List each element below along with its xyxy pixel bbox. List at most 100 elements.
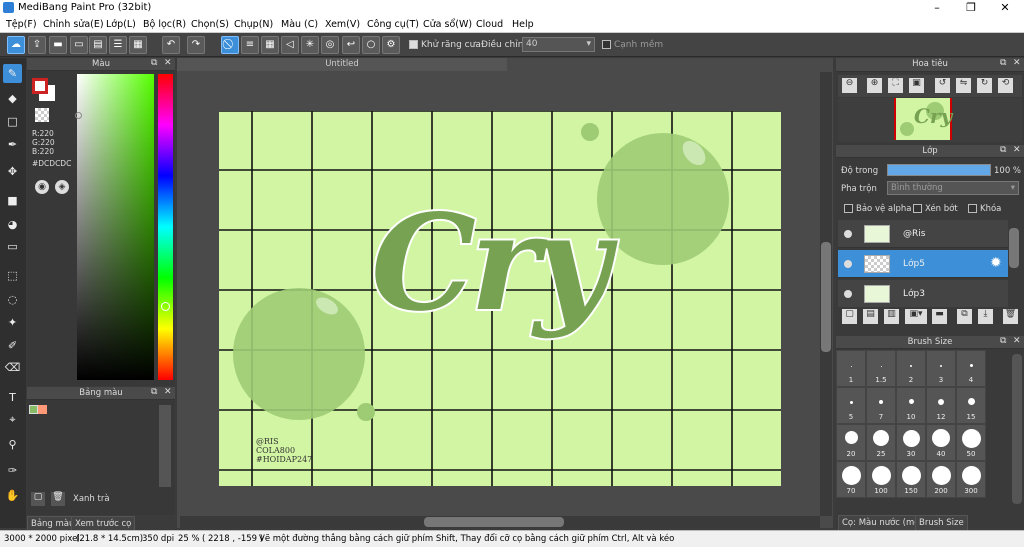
gradient-tool-icon[interactable]: ▭ — [3, 237, 22, 256]
share-icon[interactable]: ⇪ — [28, 36, 46, 54]
brush-size-cell[interactable]: 30 — [896, 424, 926, 461]
close-icon[interactable]: ✕ — [1013, 58, 1021, 68]
grid-icon[interactable]: ▦ — [129, 36, 147, 54]
select-tool-icon[interactable]: ⬚ — [3, 266, 22, 285]
new-layer-icon[interactable]: ▢ — [842, 309, 857, 324]
canvas-vertical-scrollbar[interactable] — [820, 72, 832, 516]
rotate-right-icon[interactable]: ↻ — [977, 78, 992, 93]
clip-checkbox[interactable]: Xén bớt — [913, 204, 958, 214]
menu-view[interactable]: Xem(V) — [325, 19, 360, 30]
maximize-button[interactable]: ❐ — [954, 0, 988, 16]
layer-row[interactable]: @Ris — [838, 220, 1008, 248]
transparent-color-icon[interactable] — [35, 108, 49, 122]
visibility-icon[interactable] — [844, 260, 852, 268]
brush-size-cell[interactable]: 15 — [956, 387, 986, 424]
brush-size-cell[interactable]: 25 — [866, 424, 896, 461]
document-icon[interactable]: ▤ — [89, 36, 107, 54]
brush-size-scrollbar[interactable] — [1012, 354, 1022, 504]
brush-size-cell[interactable]: 1 — [836, 350, 866, 387]
close-icon[interactable]: ✕ — [164, 58, 172, 68]
operation-tool-icon[interactable]: ⌖ — [3, 410, 22, 429]
new-swatch-icon[interactable]: ▢ — [31, 492, 45, 506]
visibility-icon[interactable] — [844, 290, 852, 298]
dropper-tool-icon[interactable]: ⚲ — [3, 435, 22, 454]
menu-color[interactable]: Màu (C) — [281, 19, 318, 30]
menu-tools[interactable]: Công cụ(T) — [367, 19, 419, 30]
curve-snap-icon[interactable]: ↩ — [342, 36, 360, 54]
brush-size-cell[interactable]: 100 — [866, 461, 896, 498]
new-halftone-layer-icon[interactable]: ▤ — [863, 309, 878, 324]
opacity-slider[interactable] — [887, 164, 991, 176]
bucket-tool-icon[interactable]: ◕ — [3, 215, 22, 234]
undock-icon[interactable]: ⧉ — [1000, 58, 1006, 68]
visibility-icon[interactable] — [844, 230, 852, 238]
canvas-horizontal-scrollbar[interactable] — [180, 516, 820, 528]
antialias-checkbox[interactable]: Khử răng cưa — [409, 40, 481, 50]
brush-size-cell[interactable]: 10 — [896, 387, 926, 424]
rotate-left-icon[interactable]: ↺ — [935, 78, 950, 93]
menu-capture[interactable]: Chụp(N) — [234, 19, 273, 30]
text-tool-icon[interactable]: T — [3, 388, 22, 407]
no-snap-icon[interactable]: ⃠ — [221, 36, 239, 54]
new-8bit-layer-icon[interactable]: ▥ — [884, 309, 899, 324]
select-eraser-icon[interactable]: ⌫ — [3, 358, 22, 377]
delete-layer-icon[interactable]: 🗑 — [1003, 309, 1018, 324]
close-icon[interactable]: ✕ — [1013, 145, 1021, 155]
undock-icon[interactable]: ⧉ — [1000, 336, 1006, 346]
reset-icon[interactable]: ⟲ — [998, 78, 1013, 93]
brush-size-cell[interactable]: 5 — [836, 387, 866, 424]
brush-size-cell[interactable]: 70 — [836, 461, 866, 498]
brush-size-cell[interactable]: 3 — [926, 350, 956, 387]
menu-edit[interactable]: Chỉnh sửa(E) — [43, 19, 104, 30]
navigator-preview[interactable]: Cry — [838, 98, 1022, 142]
redo-button[interactable]: ↷ — [187, 36, 205, 54]
eraser-tool-icon[interactable]: ◆ — [3, 89, 22, 108]
fill-rect-tool-icon[interactable]: ■ — [3, 191, 22, 210]
layer-scrollbar[interactable] — [1009, 228, 1019, 268]
undock-icon[interactable]: ⧉ — [151, 387, 157, 397]
ellipse-snap-icon[interactable]: ○ — [362, 36, 380, 54]
brush-tool-icon[interactable]: ✎ — [3, 64, 22, 83]
perspective-snap-icon[interactable]: ◁ — [281, 36, 299, 54]
close-icon[interactable]: ✕ — [164, 387, 172, 397]
palette-swatch-green[interactable] — [29, 405, 38, 414]
menu-file[interactable]: Tệp(F) — [6, 19, 37, 30]
add-layer-menu-icon[interactable]: ▣▾ — [905, 309, 927, 324]
picker-cursor[interactable] — [75, 112, 82, 119]
merge-down-icon[interactable]: ⤓ — [978, 309, 993, 324]
blend-mode-dropdown[interactable]: Bình thường ▾ — [887, 181, 1019, 195]
menu-help[interactable]: Help — [512, 19, 534, 30]
hue-slider-handle[interactable] — [161, 302, 170, 311]
undo-button[interactable]: ↶ — [162, 36, 180, 54]
parallel-snap-icon[interactable]: ≡ — [241, 36, 259, 54]
tab-watercolor-brush[interactable]: Cọ: Màu nước (mờ) — [838, 515, 927, 531]
close-icon[interactable]: ✕ — [1013, 336, 1021, 346]
duplicate-layer-icon[interactable]: ⧉ — [957, 309, 972, 324]
rectangle-tool-icon[interactable]: □ — [3, 112, 22, 131]
brush-size-cell[interactable]: 4 — [956, 350, 986, 387]
comment-icon[interactable]: ▭ — [70, 36, 88, 54]
protect-alpha-checkbox[interactable]: Bảo vệ alpha — [844, 204, 911, 214]
chat-icon[interactable]: ▬ — [49, 36, 67, 54]
palette-icon[interactable]: ◉ — [35, 180, 49, 194]
cloud-icon[interactable]: ☁ — [7, 36, 25, 54]
actual-size-icon[interactable]: ▣ — [909, 78, 924, 93]
brush-size-cell[interactable]: 50 — [956, 424, 986, 461]
brush-size-cell[interactable]: 150 — [896, 461, 926, 498]
grid-snap-icon[interactable]: ▦ — [261, 36, 279, 54]
menu-cloud[interactable]: Cloud — [476, 19, 503, 30]
magic-wand-icon[interactable]: ✦ — [3, 313, 22, 332]
palette-swatch-salmon[interactable] — [38, 405, 47, 414]
brush-size-cell[interactable]: 300 — [956, 461, 986, 498]
menu-window[interactable]: Cửa sổ(W) — [423, 19, 472, 30]
list-icon[interactable]: ☰ — [109, 36, 127, 54]
gear-icon[interactable]: ✹ — [990, 255, 1002, 271]
eyedropper-icon[interactable]: ✑ — [3, 461, 22, 480]
fit-icon[interactable]: ⛶ — [888, 78, 903, 93]
hue-slider[interactable] — [158, 74, 173, 380]
minimize-button[interactable]: – — [920, 0, 954, 16]
lasso-tool-icon[interactable]: ◌ — [3, 290, 22, 309]
foreground-color-swatch[interactable] — [32, 78, 48, 94]
menu-filter[interactable]: Bộ lọc(R) — [143, 19, 186, 30]
layer-row[interactable]: Lớp3 — [838, 280, 1008, 308]
